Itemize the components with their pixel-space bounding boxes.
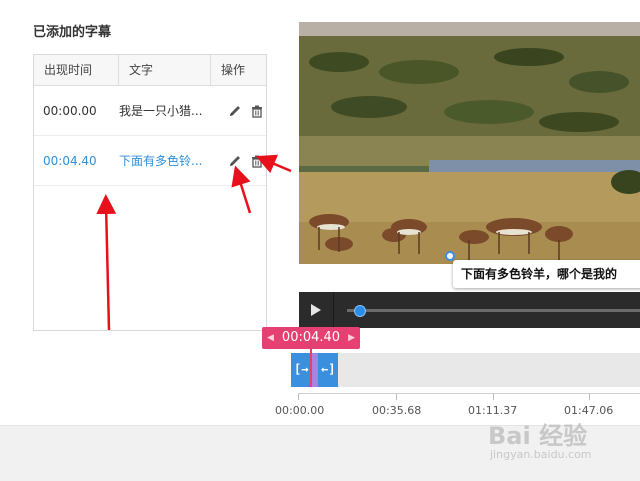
timeline-ruler [298,393,640,402]
play-icon [311,304,321,316]
video-caption[interactable]: 下面有多色铃羊，哪个是我的 [453,260,640,288]
playhead-line[interactable] [310,349,312,387]
edit-icon[interactable] [228,104,242,118]
row-actions [219,154,266,168]
panel-title: 已添加的字幕 [33,25,112,40]
ruler-tick [589,394,590,400]
video-controls [299,292,640,328]
row-actions [219,104,266,118]
watermark-url: jingyan.baidu.com [490,448,592,461]
flag-right-arrow-icon[interactable]: ▶ [348,327,355,349]
table-row[interactable]: 00:00.00 我是一只小猎... [34,86,266,136]
clip-end-handle[interactable]: ←] [321,362,335,376]
ruler-tick [493,394,494,400]
ruler-label: 00:35.68 [372,404,422,417]
row-text: 我是一只小猎... [119,104,203,118]
table-row[interactable]: 00:04.40 下面有多色铃... [34,136,266,186]
current-time-flag[interactable]: ◀ 00:04.40 ▶ [262,327,360,349]
delete-icon[interactable] [250,104,264,118]
column-header-time: 出现时间 [34,55,119,85]
ruler-tick [298,394,299,400]
row-time: 00:00.00 [43,103,97,118]
timeline-track[interactable] [291,353,640,387]
watermark-logo: Bai 经验 [488,422,588,450]
table-header: 出现时间 文字 操作 [34,55,266,86]
row-time: 00:04.40 [43,153,97,168]
video-player[interactable] [299,22,640,264]
column-header-text: 文字 [119,55,211,85]
ruler-tick [396,394,397,400]
ruler-label: 00:00.00 [275,404,325,417]
annotation-arrow [255,154,292,174]
edit-icon[interactable] [228,154,242,168]
play-button[interactable] [299,292,334,328]
delete-icon[interactable] [250,154,264,168]
progress-bar[interactable] [347,309,640,312]
row-text: 下面有多色铃... [119,154,203,168]
video-frame [299,22,640,264]
column-header-actions: 操作 [221,63,246,77]
flag-left-arrow-icon[interactable]: ◀ [267,327,274,349]
subtitle-table: 出现时间 文字 操作 00:00.00 我是一只小猎... 00:04.40 下… [33,54,267,331]
progress-knob[interactable] [354,305,366,317]
clip-start-handle[interactable]: [→ [294,362,308,376]
current-time: 00:04.40 [281,330,341,345]
